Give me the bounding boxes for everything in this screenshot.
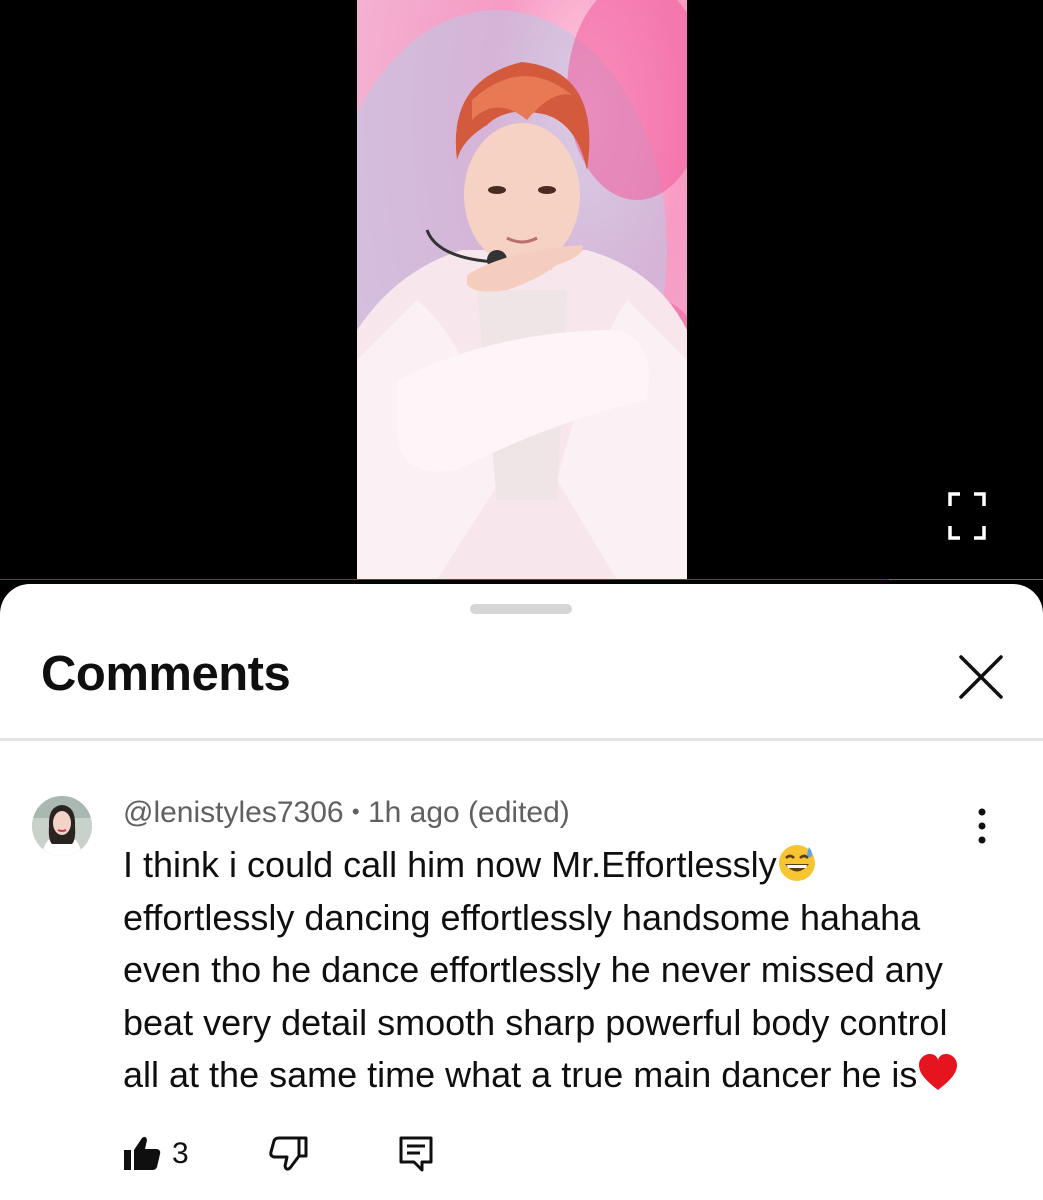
progress-fill (0, 579, 889, 580)
comment-line-text: I think i could call him now Mr.Effortle… (123, 844, 777, 885)
comment-line: beat very detail smooth sharp powerful b… (123, 1001, 948, 1043)
avatar[interactable] (32, 796, 92, 856)
like-button[interactable] (120, 1132, 164, 1176)
divider (0, 738, 1043, 741)
video-frame (357, 0, 687, 580)
comment-line: effortlessly dancing effortlessly handso… (123, 896, 921, 938)
close-icon (959, 655, 1003, 699)
comment-line-text: all at the same time what a true main da… (123, 1054, 918, 1095)
comment-line: even tho he dance effortlessly he never … (123, 949, 943, 990)
comment-meta: @lenistyles7306 • 1h ago (edited) (123, 796, 570, 830)
thumb-down-icon (269, 1136, 308, 1171)
meta-separator: • (351, 799, 360, 824)
fullscreen-icon (948, 492, 986, 540)
thumb-up-icon (124, 1136, 161, 1170)
reply-icon (399, 1136, 433, 1172)
comment-time: 1h ago (edited) (367, 796, 570, 829)
reply-button[interactable] (396, 1132, 436, 1176)
comments-sheet: Comments @lenistyles7306 • 1h ago (edite… (0, 584, 1043, 1200)
comment-text: I think i could call him now Mr.Effortle… (123, 839, 983, 1102)
fullscreen-button[interactable] (948, 492, 986, 540)
comment-line: I think i could call him now Mr.Effortle… (123, 839, 983, 892)
grinning-sweat-emoji-icon (778, 845, 815, 881)
progress-bar[interactable] (0, 579, 1043, 580)
drag-handle[interactable] (470, 604, 572, 614)
close-button[interactable] (950, 646, 1012, 708)
comment-line: all at the same time what a true main da… (123, 1049, 983, 1102)
comment-author[interactable]: @lenistyles7306 (123, 796, 344, 829)
dislike-button[interactable] (266, 1132, 310, 1176)
like-count: 3 (172, 1137, 189, 1170)
sheet-title: Comments (41, 647, 291, 701)
red-heart-emoji-icon (919, 1054, 958, 1090)
video-player[interactable] (0, 0, 1043, 580)
